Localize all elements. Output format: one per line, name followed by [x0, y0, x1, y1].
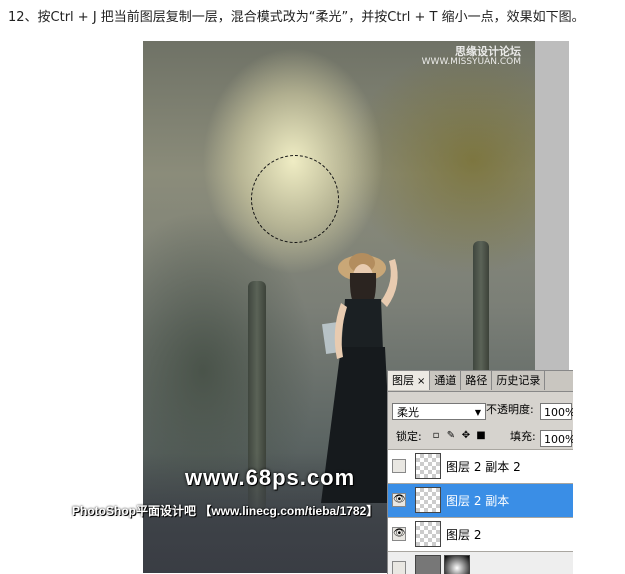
blend-mode-select[interactable]: 柔光 ▼ [392, 403, 486, 420]
tab-paths[interactable]: 路径 [461, 371, 493, 390]
eye-icon[interactable]: 👁 [392, 493, 406, 507]
blend-row: 柔光 ▼ 不透明度: 100% [388, 401, 573, 423]
tab-history[interactable]: 历史记录 [492, 371, 546, 390]
eye-icon[interactable] [392, 561, 406, 574]
lock-paint-icon[interactable]: ✎ [445, 430, 457, 442]
lock-row: 锁定: ▫ ✎ ✥ ■ 填充: 100% [388, 428, 573, 450]
chevron-down-icon: ▼ [474, 408, 481, 417]
lock-transparent-icon[interactable]: ▫ [430, 430, 442, 442]
tab-layers-label: 图层 [392, 374, 414, 387]
close-icon[interactable]: × [417, 376, 425, 387]
layer-name: 图层 2 [446, 528, 482, 542]
watermark-top: 思缘设计论坛 WWW.MISSYUAN.COM [421, 45, 521, 67]
layers-panel: 图层 × 通道 路径 历史记录 柔光 ▼ 不透明度: 100% 锁定: ▫ ✎ ✥… [387, 370, 573, 574]
layer-thumbnail [415, 555, 441, 574]
instruction-text: 12、按Ctrl + J 把当前图层复制一层，混合模式改为“柔光”，并按Ctrl… [8, 10, 585, 25]
eye-icon[interactable]: 👁 [392, 527, 406, 541]
layer-name: 图层 2 副本 2 [446, 460, 521, 474]
lock-move-icon[interactable]: ✥ [460, 430, 472, 442]
lock-all-icon[interactable]: ■ [475, 430, 487, 442]
layer-row[interactable] [388, 551, 573, 574]
fill-label: 填充: [510, 430, 536, 443]
opacity-label: 不透明度: [486, 403, 534, 416]
watermark-top-line2: WWW.MISSYUAN.COM [421, 57, 521, 67]
blend-mode-value: 柔光 [397, 406, 419, 419]
layer-thumbnail [415, 521, 441, 547]
layer-row[interactable]: 👁 图层 2 [388, 517, 573, 551]
layer-row[interactable]: 图层 2 副本 2 [388, 449, 573, 483]
watermark-site: www.68ps.com [185, 465, 356, 490]
layer-thumbnail [415, 453, 441, 479]
watermark-top-line1: 思缘设计论坛 [455, 45, 521, 58]
layer-mask-thumbnail [444, 555, 470, 574]
fill-input[interactable]: 100% [540, 430, 573, 447]
visibility-toggle[interactable] [392, 459, 406, 473]
layer-row-selected[interactable]: 👁 图层 2 副本 [388, 483, 573, 517]
layer-name: 图层 2 副本 [446, 494, 510, 508]
canvas-background [535, 41, 569, 371]
tab-layers[interactable]: 图层 × [388, 371, 431, 390]
lock-label: 锁定: [396, 430, 422, 443]
layer-thumbnail [415, 487, 441, 513]
watermark-bar: PhotoShop平面设计吧 【www.linecg.com/tieba/178… [72, 504, 379, 518]
opacity-input[interactable]: 100% [540, 403, 573, 420]
panel-tabs: 图层 × 通道 路径 历史记录 [388, 371, 573, 392]
tab-channels[interactable]: 通道 [430, 371, 462, 390]
